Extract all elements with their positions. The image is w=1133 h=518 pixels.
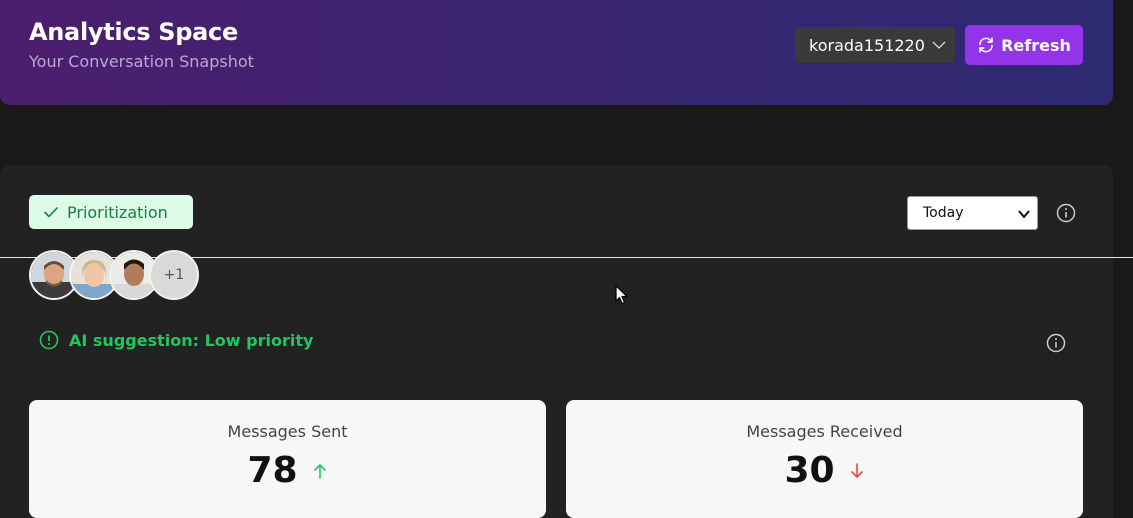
arrow-up-icon <box>313 463 326 479</box>
stat-value: 78 <box>247 450 298 491</box>
account-select-value: korada151220 <box>809 35 925 55</box>
chevron-down-icon <box>1018 210 1030 219</box>
ai-suggestion-text: AI suggestion: Low priority <box>69 330 314 350</box>
account-select[interactable]: korada151220 <box>795 27 955 63</box>
info-icon[interactable] <box>1046 333 1066 353</box>
stat-card-messages-sent: Messages Sent 78 <box>29 400 546 518</box>
prioritization-badge: Prioritization <box>29 195 193 229</box>
mouse-cursor-icon <box>615 285 628 305</box>
check-icon <box>44 207 58 218</box>
info-icon[interactable] <box>1056 203 1076 223</box>
page-title: Analytics Space <box>29 18 238 46</box>
refresh-button[interactable]: Refresh <box>965 25 1083 65</box>
stat-label: Messages Received <box>746 422 903 441</box>
header-banner: Analytics Space Your Conversation Snapsh… <box>0 0 1113 105</box>
page-subtitle: Your Conversation Snapshot <box>29 52 254 71</box>
alert-circle-icon <box>39 330 59 350</box>
stat-label: Messages Sent <box>227 422 348 441</box>
arrow-down-icon <box>850 462 863 478</box>
ai-suggestion: AI suggestion: Low priority <box>39 330 313 350</box>
analytics-page: Analytics Space Your Conversation Snapsh… <box>0 0 1133 518</box>
stat-card-messages-received: Messages Received 30 <box>566 400 1083 518</box>
badge-label: Prioritization <box>67 202 168 222</box>
stat-value: 30 <box>784 450 835 491</box>
period-select-value: Today <box>923 205 964 221</box>
refresh-label: Refresh <box>1001 35 1071 55</box>
refresh-icon <box>979 37 993 53</box>
period-select[interactable]: Today <box>907 196 1038 230</box>
more-participants[interactable]: +1 <box>149 250 199 300</box>
chevron-down-icon <box>932 41 946 49</box>
